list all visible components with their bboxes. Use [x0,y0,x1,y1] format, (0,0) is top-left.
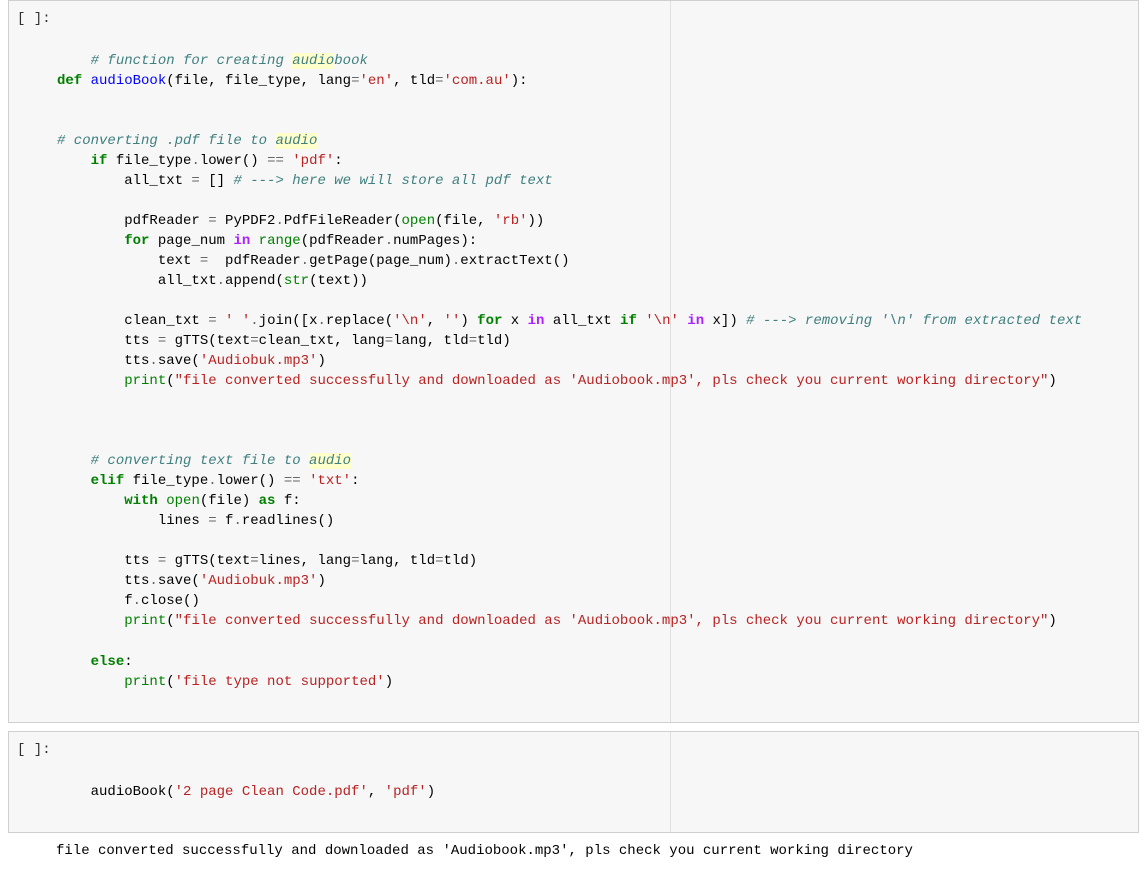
code-cell-1: [ ]: # function for creating audiobook d… [8,0,1139,723]
cell-prompt[interactable]: [ ]: [9,1,57,722]
cell-output: file converted successfully and download… [8,841,1139,861]
code-input[interactable]: # function for creating audiobook def au… [57,1,1138,722]
cell-prompt[interactable]: [ ]: [9,732,57,832]
code-content: # function for creating audiobook def au… [57,53,1082,689]
code-cell-2: [ ]: audioBook('2 page Clean Code.pdf', … [8,731,1139,833]
output-text: file converted successfully and download… [56,841,1139,861]
ruler-line [670,732,671,832]
code-content: audioBook('2 page Clean Code.pdf', 'pdf'… [91,784,435,800]
output-prompt [8,841,56,861]
ruler-line [670,1,671,722]
code-input[interactable]: audioBook('2 page Clean Code.pdf', 'pdf'… [57,732,1138,832]
